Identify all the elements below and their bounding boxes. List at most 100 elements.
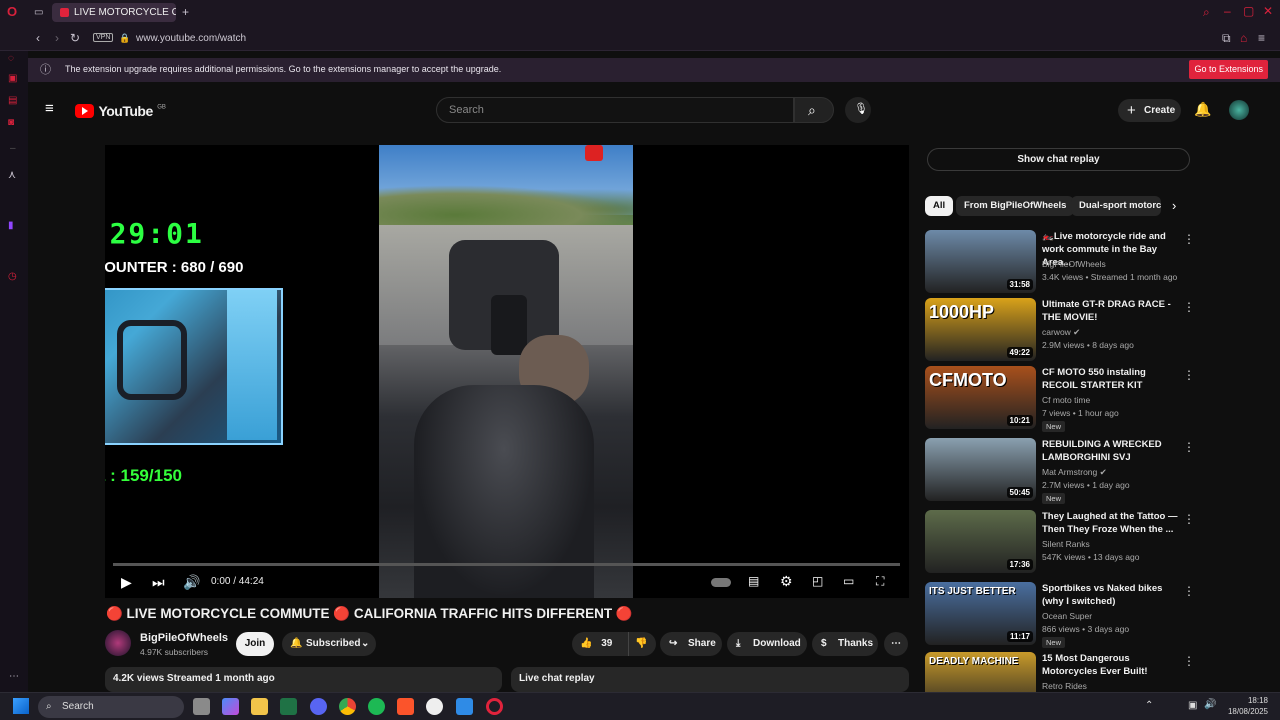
vpn-sidebar-icon[interactable]: ⋏ bbox=[8, 169, 16, 181]
task-view-icon[interactable] bbox=[193, 698, 210, 715]
create-button[interactable]: + Create bbox=[1118, 99, 1181, 122]
share-button[interactable]: ↪ Share bbox=[660, 632, 722, 656]
video-thumbnail[interactable]: CFMOTO 10:21 bbox=[925, 366, 1036, 429]
more-options-icon[interactable]: ⋮ bbox=[1183, 300, 1195, 314]
chrome-icon[interactable] bbox=[339, 698, 356, 715]
volume-icon[interactable]: 🔊 bbox=[183, 574, 200, 591]
speaker-icon[interactable]: 🔊 bbox=[1204, 699, 1216, 710]
forward-icon[interactable]: › bbox=[55, 32, 59, 44]
tray-chevron-icon[interactable]: ⌃ bbox=[1145, 700, 1153, 711]
bookmarks-icon[interactable]: ▤ bbox=[8, 95, 17, 107]
recommendation-item[interactable]: CFMOTO 10:21 CF MOTO 550 instaling RECOIL … bbox=[925, 366, 1195, 432]
chevron-right-icon[interactable]: › bbox=[1172, 198, 1176, 213]
video-thumbnail[interactable]: ITS JUST BETTER 11:17 bbox=[925, 582, 1036, 645]
subscribed-button[interactable]: 🔔 Subscribed ⌄ bbox=[282, 632, 376, 656]
recommendation-item[interactable]: ITS JUST BETTER 11:17 Sportbikes vs Naked … bbox=[925, 582, 1195, 648]
twitch-icon[interactable]: ▮ bbox=[8, 220, 14, 232]
back-icon[interactable]: ‹ bbox=[36, 32, 40, 44]
play-icon[interactable]: ▶ bbox=[121, 574, 132, 591]
minimize-icon[interactable]: – bbox=[1224, 5, 1231, 17]
maximize-icon[interactable]: ▢ bbox=[1243, 5, 1254, 17]
extensions-icon[interactable]: ⧉ bbox=[1222, 32, 1231, 44]
vpn-badge[interactable]: VPN bbox=[93, 33, 114, 42]
store-icon[interactable] bbox=[456, 698, 473, 715]
settings-gear-icon[interactable]: ⚙ bbox=[780, 573, 793, 590]
video-thumbnail[interactable]: 1000HP 49:22 bbox=[925, 298, 1036, 361]
lock-icon[interactable]: 🔒 bbox=[119, 32, 130, 44]
easy-setup-icon[interactable]: ≡ bbox=[1258, 32, 1265, 44]
thanks-button[interactable]: $ Thanks bbox=[812, 632, 878, 656]
recommendation-title[interactable]: They Laughed at the Tattoo — Then They F… bbox=[1042, 510, 1178, 536]
fullscreen-icon[interactable]: ⛶ bbox=[876, 574, 884, 589]
close-window-icon[interactable]: ✕ bbox=[1263, 5, 1273, 17]
miniplayer-icon[interactable]: ◰ bbox=[812, 574, 823, 588]
clock-time[interactable]: 18:18 bbox=[1220, 696, 1268, 705]
theater-mode-icon[interactable]: ▭ bbox=[843, 574, 854, 588]
hamburger-menu-icon[interactable]: ≡ bbox=[45, 101, 54, 116]
like-button[interactable]: 👍 39 bbox=[580, 632, 622, 656]
windows-start-icon[interactable] bbox=[13, 698, 29, 714]
live-chat-replay-card[interactable]: Live chat replay bbox=[511, 667, 909, 692]
recommendation-title[interactable]: CF MOTO 550 instaling RECOIL STARTER KIT bbox=[1042, 366, 1178, 392]
video-player[interactable]: 00:29:01 PUSHUP COUNTER : 680 / 690 SUB … bbox=[105, 145, 909, 598]
workspaces-icon[interactable]: ▭ bbox=[34, 7, 43, 19]
more-options-icon[interactable]: ⋮ bbox=[1183, 232, 1195, 246]
go-to-extensions-button[interactable]: Go to Extensions bbox=[1189, 60, 1268, 79]
copilot-icon[interactable] bbox=[222, 698, 239, 715]
speed-dial-icon[interactable]: ▣ bbox=[8, 73, 17, 85]
recommendation-title[interactable]: Ultimate GT-R DRAG RACE - THE MOVIE! bbox=[1042, 298, 1178, 324]
more-options-icon[interactable]: ⋮ bbox=[1183, 440, 1195, 454]
show-chat-replay-button[interactable]: Show chat replay bbox=[927, 148, 1190, 171]
recommendation-title[interactable]: 15 Most Dangerous Motorcycles Ever Built… bbox=[1042, 652, 1178, 678]
next-icon[interactable]: ⏭ bbox=[152, 574, 165, 591]
chip-dual-sport[interactable]: Dual-sport motorc bbox=[1071, 196, 1161, 216]
more-options-icon[interactable]: ⋮ bbox=[1183, 654, 1195, 668]
recommendation-title[interactable]: REBUILDING A WRECKED LAMBORGHINI SVJ bbox=[1042, 438, 1178, 464]
browser-tab-active[interactable]: LIVE MOTORCYCLE CC bbox=[52, 3, 176, 22]
url-field[interactable]: www.youtube.com/watch bbox=[136, 33, 246, 44]
messenger-icon[interactable]: ◙ bbox=[8, 117, 14, 129]
search-tabs-icon[interactable]: ⌕ bbox=[1203, 6, 1210, 18]
new-tab-icon[interactable]: + bbox=[182, 6, 189, 18]
recommendation-item[interactable]: 31:58 🏍️Live motorcycle ride and work com… bbox=[925, 230, 1195, 294]
file-explorer-icon[interactable] bbox=[251, 698, 268, 715]
voice-search-button[interactable]: 🎙 bbox=[845, 97, 871, 123]
more-options-icon[interactable]: ⋮ bbox=[1183, 368, 1195, 382]
clock-date[interactable]: 18/08/2025 bbox=[1220, 707, 1268, 716]
notifications-bell-icon[interactable]: 🔔 bbox=[1194, 102, 1211, 116]
spotify-icon[interactable] bbox=[368, 698, 385, 715]
excel-icon[interactable] bbox=[280, 698, 297, 715]
search-button[interactable]: ⌕ bbox=[794, 97, 834, 123]
subtitles-icon[interactable]: ▤ bbox=[748, 574, 759, 588]
channel-name[interactable]: BigPileOfWheels bbox=[140, 632, 228, 644]
more-actions-button[interactable]: ⋯ bbox=[884, 632, 908, 656]
recommendation-item[interactable]: 50:45 REBUILDING A WRECKED LAMBORGHINI SV… bbox=[925, 438, 1195, 504]
aria-icon[interactable]: ◌ bbox=[8, 53, 14, 65]
recommendation-item[interactable]: 17:36 They Laughed at the Tattoo — Then T… bbox=[925, 510, 1195, 574]
download-button[interactable]: ⤓ Download bbox=[727, 632, 807, 656]
opera-logo-icon[interactable]: O bbox=[7, 5, 17, 18]
video-thumbnail[interactable]: 17:36 bbox=[925, 510, 1036, 573]
progress-bar[interactable] bbox=[113, 563, 900, 566]
autoplay-toggle[interactable] bbox=[711, 578, 731, 587]
profile-icon[interactable]: ⌂ bbox=[1240, 32, 1247, 44]
history-icon[interactable]: ◷ bbox=[8, 271, 17, 283]
youtube-logo[interactable]: YouTube GB bbox=[75, 102, 166, 120]
more-options-icon[interactable]: ⋮ bbox=[1183, 512, 1195, 526]
more-options-icon[interactable]: ⋮ bbox=[1183, 584, 1195, 598]
video-thumbnail[interactable]: 50:45 bbox=[925, 438, 1036, 501]
search-input[interactable]: Search bbox=[436, 97, 794, 123]
channel-avatar[interactable] bbox=[105, 630, 131, 656]
description-card[interactable]: 4.2K views Streamed 1 month ago bbox=[105, 667, 502, 692]
video-thumbnail[interactable]: 31:58 bbox=[925, 230, 1036, 293]
chip-all[interactable]: All bbox=[925, 196, 954, 216]
network-icon[interactable]: ▣ bbox=[1188, 700, 1197, 711]
account-avatar[interactable] bbox=[1229, 100, 1249, 120]
dislike-button[interactable]: 👎 bbox=[628, 632, 647, 656]
discord-icon[interactable] bbox=[310, 698, 327, 715]
recommendation-title[interactable]: Sportbikes vs Naked bikes (why I switche… bbox=[1042, 582, 1178, 608]
reload-icon[interactable]: ↻ bbox=[70, 32, 80, 44]
brave-icon[interactable] bbox=[397, 698, 414, 715]
chip-from-channel[interactable]: From BigPileOfWheels bbox=[956, 196, 1075, 216]
opera-taskbar-icon[interactable] bbox=[486, 698, 503, 715]
